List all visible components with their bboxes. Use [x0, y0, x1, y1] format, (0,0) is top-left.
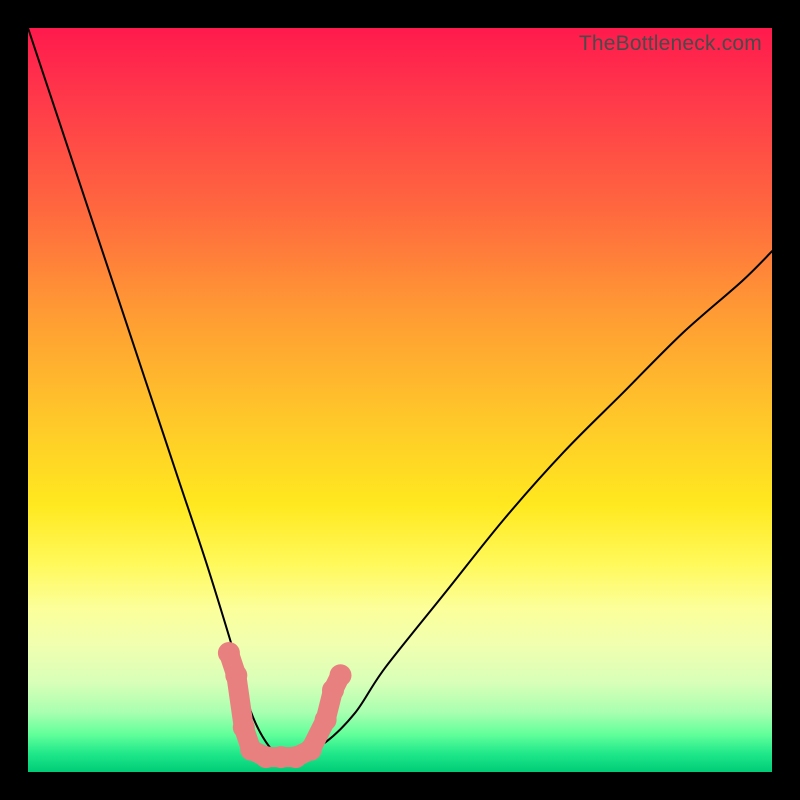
marker-group [218, 642, 352, 768]
plot-area: TheBottleneck.com [28, 28, 772, 772]
highlight-marker [233, 716, 255, 738]
highlight-marker [300, 739, 322, 761]
highlight-marker [225, 664, 247, 686]
highlight-marker [315, 709, 337, 731]
curve-svg [28, 28, 772, 772]
bottleneck-curve [28, 28, 772, 759]
highlight-marker [218, 642, 240, 664]
highlight-marker [330, 664, 352, 686]
